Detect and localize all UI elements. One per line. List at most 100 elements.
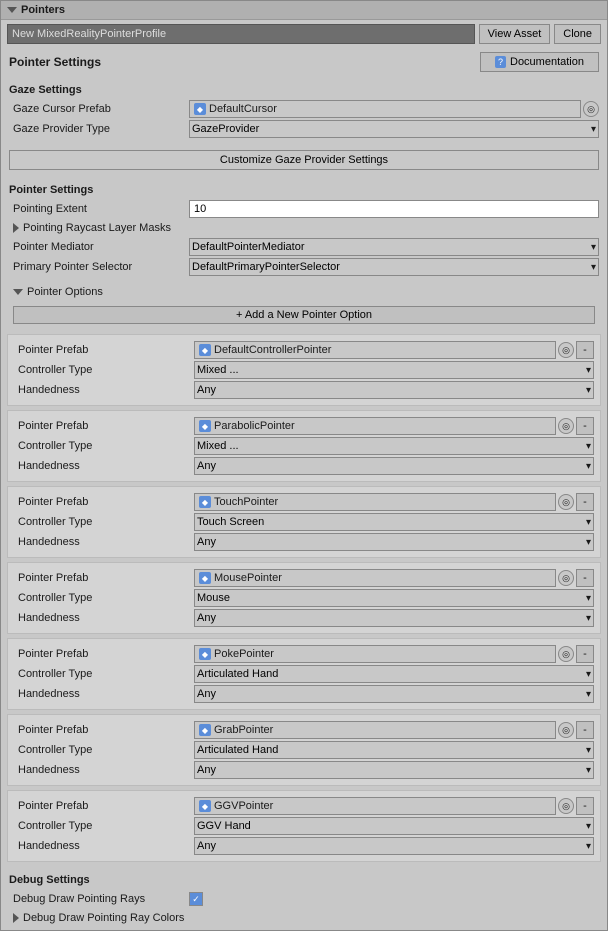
collapse-icon[interactable] bbox=[7, 7, 17, 13]
handedness-label-5: Handedness bbox=[14, 764, 194, 776]
handedness-dropdown-1[interactable]: Any bbox=[194, 457, 594, 475]
prefab-label-2: Pointer Prefab bbox=[14, 496, 194, 508]
handedness-value-5: Any bbox=[194, 761, 594, 779]
handedness-dropdown-2[interactable]: Any bbox=[194, 533, 594, 551]
prefab-row-3: Pointer Prefab ◆ MousePointer ◎ - bbox=[14, 569, 594, 587]
prefab-field-5: ◆ GrabPointer bbox=[194, 721, 556, 739]
pointer-settings-title: Pointer Settings bbox=[9, 55, 101, 69]
pointing-extent-input[interactable] bbox=[189, 200, 599, 218]
prefab-circle-btn-6[interactable]: ◎ bbox=[558, 798, 574, 814]
prefab-text-6: GGVPointer bbox=[214, 800, 273, 812]
debug-settings-title: Debug Settings bbox=[9, 874, 599, 886]
panel-title: Pointers bbox=[21, 4, 65, 16]
controller-type-value-6: GGV Hand bbox=[194, 817, 594, 835]
prefab-circle-btn-0[interactable]: ◎ bbox=[558, 342, 574, 358]
prefab-field-3: ◆ MousePointer bbox=[194, 569, 556, 587]
controller-type-dropdown-1[interactable]: Mixed ... bbox=[194, 437, 594, 455]
handedness-dropdown-3[interactable]: Any bbox=[194, 609, 594, 627]
prefab-label-1: Pointer Prefab bbox=[14, 420, 194, 432]
prefab-minus-btn-5[interactable]: - bbox=[576, 721, 594, 739]
prefab-circle-btn-3[interactable]: ◎ bbox=[558, 570, 574, 586]
controller-type-dropdown-4[interactable]: Articulated Hand bbox=[194, 665, 594, 683]
handedness-dropdown-4[interactable]: Any bbox=[194, 685, 594, 703]
prefab-field-6: ◆ GGVPointer bbox=[194, 797, 556, 815]
pointer-group-3: Pointer Prefab ◆ MousePointer ◎ - Contro… bbox=[7, 562, 601, 634]
primary-pointer-selector-dropdown[interactable]: DefaultPrimaryPointerSelector bbox=[189, 258, 599, 276]
prefab-value-4: ◆ PokePointer ◎ - bbox=[194, 645, 594, 663]
prefab-icon-0: ◆ bbox=[199, 344, 211, 356]
pointing-extent-value bbox=[189, 200, 599, 218]
prefab-minus-btn-4[interactable]: - bbox=[576, 645, 594, 663]
controller-type-dropdown-wrapper-5: Articulated Hand bbox=[194, 741, 594, 759]
pointer-group-0: Pointer Prefab ◆ DefaultControllerPointe… bbox=[7, 334, 601, 406]
documentation-label: Documentation bbox=[510, 56, 584, 68]
prefab-circle-btn-2[interactable]: ◎ bbox=[558, 494, 574, 510]
controller-type-value-0: Mixed ... bbox=[194, 361, 594, 379]
handedness-dropdown-wrapper-3: Any bbox=[194, 609, 594, 627]
prefab-minus-btn-0[interactable]: - bbox=[576, 341, 594, 359]
top-bar: New MixedRealityPointerProfile View Asse… bbox=[1, 20, 607, 48]
pointer-mediator-dropdown-wrapper: DefaultPointerMediator bbox=[189, 238, 599, 256]
prefab-value-6: ◆ GGVPointer ◎ - bbox=[194, 797, 594, 815]
pointer-group-6: Pointer Prefab ◆ GGVPointer ◎ - Controll… bbox=[7, 790, 601, 862]
prefab-circle-btn-1[interactable]: ◎ bbox=[558, 418, 574, 434]
handedness-dropdown-5[interactable]: Any bbox=[194, 761, 594, 779]
prefab-value-5: ◆ GrabPointer ◎ - bbox=[194, 721, 594, 739]
prefab-icon-5: ◆ bbox=[199, 724, 211, 736]
controller-type-dropdown-0[interactable]: Mixed ... bbox=[194, 361, 594, 379]
handedness-row-3: Handedness Any bbox=[14, 609, 594, 627]
prefab-row-2: Pointer Prefab ◆ TouchPointer ◎ - bbox=[14, 493, 594, 511]
prefab-minus-btn-3[interactable]: - bbox=[576, 569, 594, 587]
customize-gaze-button[interactable]: Customize Gaze Provider Settings bbox=[9, 150, 599, 170]
pointing-raycast-collapse-icon bbox=[13, 223, 19, 233]
handedness-value-1: Any bbox=[194, 457, 594, 475]
prefab-icon-1: ◆ bbox=[199, 420, 211, 432]
prefab-value-3: ◆ MousePointer ◎ - bbox=[194, 569, 594, 587]
prefab-minus-btn-1[interactable]: - bbox=[576, 417, 594, 435]
controller-type-dropdown-5[interactable]: Articulated Hand bbox=[194, 741, 594, 759]
pointing-raycast-header[interactable]: Pointing Raycast Layer Masks bbox=[9, 220, 599, 236]
prefab-value-0: ◆ DefaultControllerPointer ◎ - bbox=[194, 341, 594, 359]
debug-draw-ray-colors-header[interactable]: Debug Draw Pointing Ray Colors bbox=[9, 910, 599, 926]
prefab-minus-btn-6[interactable]: - bbox=[576, 797, 594, 815]
gaze-provider-type-row: Gaze Provider Type GazeProvider bbox=[9, 120, 599, 138]
pointer-options-header[interactable]: Pointer Options bbox=[9, 284, 599, 300]
handedness-dropdown-wrapper-0: Any bbox=[194, 381, 594, 399]
handedness-row-6: Handedness Any bbox=[14, 837, 594, 855]
controller-type-row-1: Controller Type Mixed ... bbox=[14, 437, 594, 455]
controller-type-value-5: Articulated Hand bbox=[194, 741, 594, 759]
handedness-label-3: Handedness bbox=[14, 612, 194, 624]
gaze-provider-type-dropdown[interactable]: GazeProvider bbox=[189, 120, 599, 138]
add-pointer-button[interactable]: + Add a New Pointer Option bbox=[13, 306, 595, 324]
controller-type-value-1: Mixed ... bbox=[194, 437, 594, 455]
controller-type-dropdown-wrapper-0: Mixed ... bbox=[194, 361, 594, 379]
prefab-circle-btn-5[interactable]: ◎ bbox=[558, 722, 574, 738]
clone-button[interactable]: Clone bbox=[554, 24, 601, 44]
debug-draw-pointing-rays-value: ✓ bbox=[189, 892, 599, 906]
handedness-row-2: Handedness Any bbox=[14, 533, 594, 551]
prefab-minus-btn-2[interactable]: - bbox=[576, 493, 594, 511]
handedness-dropdown-0[interactable]: Any bbox=[194, 381, 594, 399]
controller-type-row-2: Controller Type Touch Screen bbox=[14, 513, 594, 531]
primary-pointer-selector-row: Primary Pointer Selector DefaultPrimaryP… bbox=[9, 258, 599, 276]
gaze-cursor-circle-button[interactable]: ◎ bbox=[583, 101, 599, 117]
controller-type-dropdown-6[interactable]: GGV Hand bbox=[194, 817, 594, 835]
controller-type-dropdown-3[interactable]: Mouse bbox=[194, 589, 594, 607]
gaze-settings-title: Gaze Settings bbox=[9, 84, 599, 96]
pointer-settings-subsection: Pointer Settings Pointing Extent Pointin… bbox=[1, 176, 607, 282]
prefab-icon: ◆ bbox=[194, 103, 206, 115]
handedness-label-1: Handedness bbox=[14, 460, 194, 472]
pointer-mediator-dropdown[interactable]: DefaultPointerMediator bbox=[189, 238, 599, 256]
pointer-group-4: Pointer Prefab ◆ PokePointer ◎ - Control… bbox=[7, 638, 601, 710]
handedness-dropdown-wrapper-4: Any bbox=[194, 685, 594, 703]
documentation-button[interactable]: ? Documentation bbox=[480, 52, 599, 72]
prefab-circle-btn-4[interactable]: ◎ bbox=[558, 646, 574, 662]
pointer-options-section: Pointer Options bbox=[1, 282, 607, 300]
controller-type-label-4: Controller Type bbox=[14, 668, 194, 680]
debug-draw-pointing-rays-checkbox[interactable]: ✓ bbox=[189, 892, 203, 906]
view-asset-button[interactable]: View Asset bbox=[479, 24, 551, 44]
pointer-mediator-value: DefaultPointerMediator bbox=[189, 238, 599, 256]
controller-type-dropdown-2[interactable]: Touch Screen bbox=[194, 513, 594, 531]
profile-dropdown[interactable]: New MixedRealityPointerProfile bbox=[7, 24, 475, 44]
handedness-dropdown-6[interactable]: Any bbox=[194, 837, 594, 855]
